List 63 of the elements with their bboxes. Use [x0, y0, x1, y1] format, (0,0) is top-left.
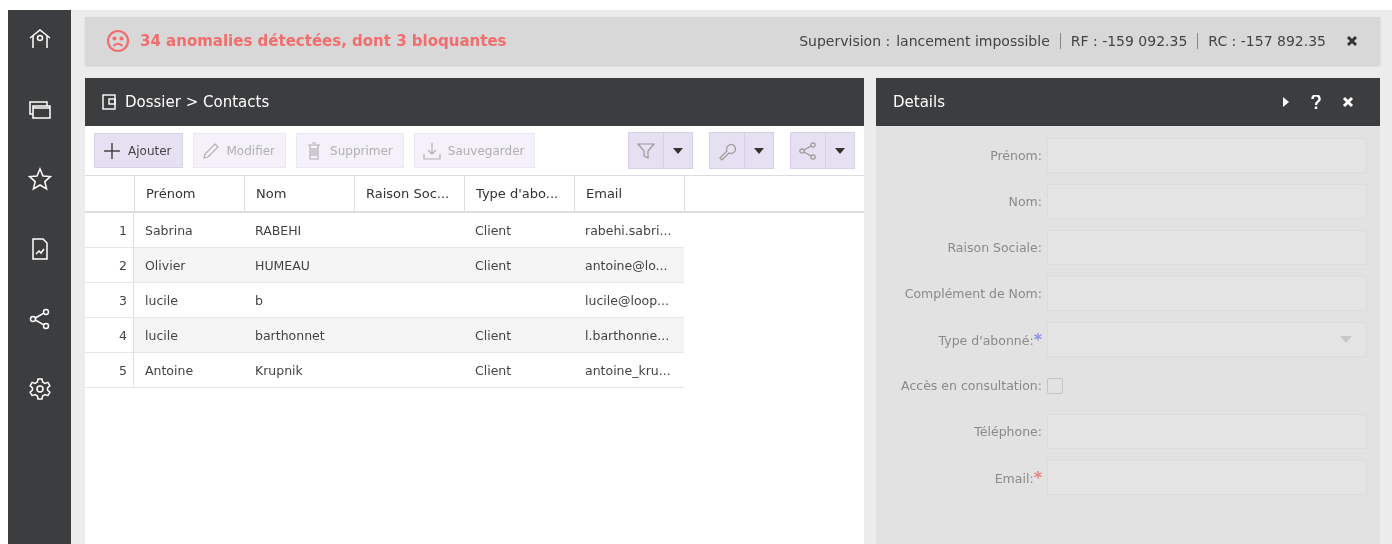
field-label: Complément de Nom:	[903, 286, 1042, 301]
folder-icon	[102, 94, 116, 110]
caret-icon	[754, 147, 764, 154]
supervision-label: Supervision :	[799, 33, 891, 49]
table-cell-text: Olivier	[144, 256, 187, 275]
filter-icon	[636, 140, 656, 161]
table-cell-text: rabehi.sabri...	[584, 221, 673, 240]
field-label: Nom:	[1007, 194, 1042, 209]
table-cell-text: l.barthonne...	[584, 326, 671, 345]
table-cell-text: Sabrina	[144, 221, 194, 240]
caret-icon	[673, 147, 683, 154]
table-cell-text: Krupnik	[254, 361, 304, 380]
required-mark: *	[1033, 329, 1042, 349]
sad-face-icon	[106, 29, 130, 53]
star-icon[interactable]	[27, 167, 52, 191]
table-cell-text: Antoine	[144, 361, 195, 380]
plus-icon	[103, 141, 121, 160]
download-icon	[422, 141, 441, 160]
required-mark: *	[1033, 467, 1042, 487]
filter-menu-button[interactable]	[628, 132, 693, 169]
table-cell-text: RABEHI	[254, 221, 303, 240]
row-number: 4	[85, 318, 134, 352]
tools-menu-button[interactable]	[709, 132, 774, 169]
column-header[interactable]: Prénom	[135, 176, 245, 211]
table-cell-text: Client	[474, 221, 513, 240]
home-icon[interactable]	[27, 27, 52, 51]
row-number: 2	[85, 248, 134, 282]
column-header[interactable]: Raison Soc...	[355, 176, 465, 211]
anomaly-message: 34 anomalies détectées, dont 3 bloquantes	[140, 32, 507, 50]
table-cell-text: lucile	[144, 291, 179, 310]
table-cell-text: lucile@loop...	[584, 291, 671, 310]
pencil-icon	[201, 141, 220, 160]
table-cell-text: Client	[474, 361, 513, 380]
settings-icon[interactable]	[27, 377, 52, 401]
field-label: Accès en consultation:	[900, 378, 1042, 393]
field-label: Raison Sociale:	[946, 240, 1042, 255]
share-icon[interactable]	[27, 307, 52, 331]
panel-title: Dossier > Contacts	[125, 93, 270, 111]
field-label: Type d'abonné:*	[937, 331, 1042, 348]
table-cell-text: Client	[474, 326, 513, 345]
rf-value: RF : -159 092.35	[1070, 33, 1188, 49]
share-menu-button[interactable]	[790, 132, 855, 169]
supervision-status: lancement impossible	[896, 33, 1050, 49]
caret-icon	[835, 147, 845, 154]
column-header[interactable]: Nom	[245, 176, 355, 211]
panel-title: Details	[893, 93, 945, 111]
table-cell-text: HUMEAU	[254, 256, 311, 275]
table-cell-text: b	[254, 291, 264, 310]
toolbar-button[interactable]: Ajouter	[94, 133, 183, 168]
table-cell-text: antoine_kru...	[584, 361, 672, 380]
table-cell-text: antoine@lo...	[584, 256, 669, 275]
field-label: Email:*	[993, 469, 1042, 486]
field-label: Téléphone:	[973, 424, 1042, 439]
field-label: Prénom:	[989, 148, 1042, 163]
table-cell-text: barthonnet	[254, 326, 326, 345]
table-cell-text: Client	[474, 256, 513, 275]
table-cell-text: lucile	[144, 326, 179, 345]
share-icon	[798, 140, 818, 161]
column-header[interactable]: Type d'abo...	[465, 176, 575, 211]
column-header[interactable]: Email	[575, 176, 685, 211]
close-icon[interactable]	[1346, 35, 1358, 47]
caret-icon	[1340, 336, 1352, 343]
rc-value: RC : -157 892.35	[1208, 33, 1326, 49]
